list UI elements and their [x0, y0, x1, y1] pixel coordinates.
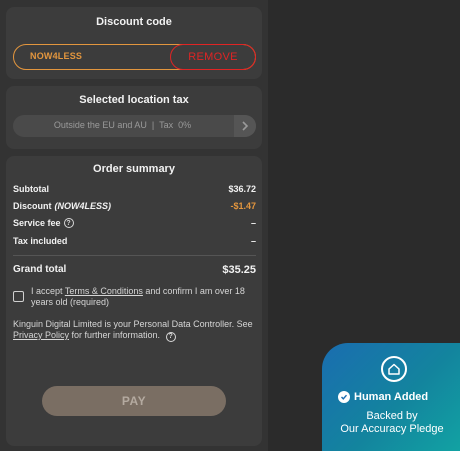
house-shield-icon	[381, 356, 407, 382]
location-tax-select[interactable]: Outside the EU and AU | Tax 0%	[13, 115, 256, 137]
discount-row-label: Discount	[13, 201, 52, 211]
tax-included-value: –	[250, 236, 256, 246]
check-circle-icon	[338, 391, 350, 403]
service-fee-row: Service fee ? –	[13, 218, 256, 232]
service-fee-label: Service fee	[13, 218, 61, 228]
tax-included-label: Tax included	[13, 236, 68, 246]
chevron-right-icon[interactable]	[234, 115, 256, 137]
subtotal-label: Subtotal	[13, 184, 49, 194]
badge-line-1: Backed by	[366, 410, 418, 422]
data-controller-text: Kinguin Digital Limited is your Personal…	[13, 319, 253, 342]
privacy-policy-link[interactable]: Privacy Policy	[13, 330, 69, 340]
location-tax-card: Selected location tax Outside the EU and…	[6, 86, 262, 149]
grand-total-value: $35.25	[222, 264, 256, 276]
terms-link[interactable]: Terms & Conditions	[65, 286, 143, 296]
summary-divider	[13, 255, 256, 256]
grand-total-label: Grand total	[13, 264, 67, 275]
discount-value: -$1.47	[230, 201, 256, 211]
tax-included-row: Tax included –	[13, 236, 256, 250]
discount-row-code: (NOW4LESS)	[54, 201, 112, 211]
location-tax-title: Selected location tax	[79, 94, 189, 106]
discount-title: Discount code	[96, 16, 172, 28]
order-summary-card: Order summary Subtotal $36.72 Discount (…	[6, 156, 262, 446]
remove-discount-button[interactable]: REMOVE	[170, 44, 256, 70]
badge-line-2: Our Accuracy Pledge	[340, 423, 444, 435]
terms-text: I accept Terms & Conditions and confirm …	[31, 286, 245, 307]
service-fee-value: –	[250, 218, 256, 228]
terms-checkbox[interactable]	[13, 291, 24, 302]
question-circle-icon[interactable]: ?	[63, 218, 74, 228]
checkout-panel: Discount code NOW4LESS REMOVE Selected l…	[0, 0, 268, 451]
order-summary-title: Order summary	[93, 163, 175, 175]
badge-title: Human Added	[354, 391, 429, 403]
human-added-badge: Human Added Backed by Our Accuracy Pledg…	[322, 343, 460, 451]
grand-total-row: Grand total $35.25	[13, 264, 256, 278]
discount-code-value: NOW4LESS	[30, 51, 83, 61]
discount-code-field: NOW4LESS REMOVE	[13, 44, 256, 70]
location-tax-value: Outside the EU and AU | Tax 0%	[53, 120, 192, 130]
subtotal-value: $36.72	[228, 184, 256, 194]
discount-row: Discount (NOW4LESS) -$1.47	[13, 201, 256, 215]
question-circle-icon[interactable]: ?	[165, 331, 176, 342]
discount-card: Discount code NOW4LESS REMOVE	[6, 7, 262, 79]
pay-button[interactable]: PAY	[42, 386, 226, 416]
subtotal-row: Subtotal $36.72	[13, 184, 256, 198]
